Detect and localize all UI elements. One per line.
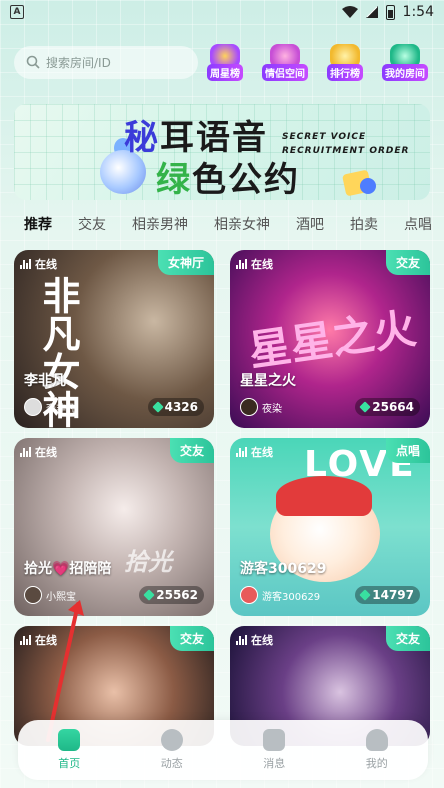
room-category-tag: 交友 bbox=[169, 438, 214, 463]
gem-icon bbox=[151, 401, 164, 413]
rank-label: 排行榜 bbox=[327, 63, 363, 81]
nav-profile[interactable]: 我的 bbox=[342, 729, 412, 771]
tab-song-request[interactable]: 点唱 bbox=[404, 214, 432, 240]
leaderboard-button[interactable]: 排行榜 bbox=[318, 43, 372, 81]
tab-bar[interactable]: 酒吧 bbox=[296, 214, 324, 240]
my-room-button[interactable]: 我的房间 bbox=[378, 43, 432, 81]
nav-messages[interactable]: 消息 bbox=[239, 729, 309, 771]
wifi-icon bbox=[341, 6, 358, 18]
status-time: 1:54 bbox=[402, 4, 434, 20]
status-bar: A 1:54 bbox=[0, 0, 444, 24]
nav-label: 首页 bbox=[58, 757, 81, 770]
card-art-text: 拾光 bbox=[124, 548, 172, 576]
room-card[interactable]: LOVE 在线 点唱 游客300629 游客300629 14797 bbox=[230, 438, 430, 616]
banner-english: SECRET VOICE RECRUITMENT ORDER bbox=[282, 132, 410, 156]
online-indicator: 在线 bbox=[20, 256, 57, 272]
search-placeholder: 搜索房间/ID bbox=[46, 55, 111, 70]
gem-icon bbox=[359, 589, 371, 601]
room-title: 李非凡 bbox=[24, 373, 66, 389]
search-input[interactable]: 搜索房间/ID bbox=[14, 45, 198, 79]
nav-label: 我的 bbox=[365, 757, 388, 770]
room-category-tag: 交友 bbox=[169, 626, 214, 651]
nav-label: 动态 bbox=[160, 757, 183, 770]
nav-label: 消息 bbox=[263, 757, 286, 770]
room-heat-count: 25664 bbox=[355, 398, 420, 416]
checkmark-icon bbox=[360, 178, 376, 194]
sound-wave-icon bbox=[236, 259, 247, 269]
nav-feed[interactable]: 动态 bbox=[137, 729, 207, 771]
rank-label: 周星榜 bbox=[207, 63, 243, 81]
signal-icon bbox=[365, 6, 378, 18]
card-art-text: 星星之火 bbox=[245, 303, 420, 376]
room-title: 拾光💗招陪陪 bbox=[24, 561, 112, 577]
status-icons: 1:54 bbox=[341, 4, 434, 20]
sound-wave-icon bbox=[236, 635, 247, 645]
home-icon bbox=[58, 729, 81, 751]
sound-wave-icon bbox=[236, 447, 247, 457]
compass-icon bbox=[160, 729, 183, 751]
room-heat-count: 25562 bbox=[139, 586, 204, 604]
promo-banner[interactable]: 秘耳语音 绿色公约 SECRET VOICE RECRUITMENT ORDER bbox=[14, 104, 430, 200]
room-title: 游客300629 bbox=[240, 561, 327, 577]
avatar bbox=[240, 398, 258, 416]
battery-icon bbox=[385, 4, 395, 20]
tab-recommend[interactable]: 推荐 bbox=[24, 214, 52, 240]
tab-friends[interactable]: 交友 bbox=[78, 214, 106, 240]
room-category-tag: 点唱 bbox=[385, 438, 430, 463]
bottom-navigation: 首页 动态 消息 我的 bbox=[18, 720, 428, 780]
red-cap-illustration bbox=[276, 476, 372, 516]
room-card[interactable]: 非凡女神 在线 女神厅 李非凡 李非凡 4326 bbox=[14, 250, 214, 428]
room-host: 夜染 bbox=[240, 398, 282, 416]
room-card[interactable]: 拾光 在线 交友 拾光💗招陪陪 小熙宝 25562 bbox=[14, 438, 214, 616]
room-heat-count: 4326 bbox=[147, 398, 204, 416]
search-icon bbox=[26, 55, 40, 69]
tab-male-date[interactable]: 相亲男神 bbox=[132, 214, 188, 240]
gem-icon bbox=[143, 589, 155, 601]
gem-icon bbox=[359, 401, 371, 413]
online-indicator: 在线 bbox=[20, 444, 57, 460]
sound-wave-icon bbox=[20, 259, 31, 269]
app-notification-icon: A bbox=[10, 5, 24, 19]
online-indicator: 在线 bbox=[236, 632, 273, 648]
room-title: 星星之火 bbox=[240, 373, 296, 389]
avatar bbox=[24, 398, 42, 416]
room-host: 李非凡 bbox=[24, 398, 76, 416]
rank-shortcuts: 周星榜 情侣空间 排行榜 我的房间 bbox=[198, 43, 432, 81]
room-host: 游客300629 bbox=[240, 586, 320, 604]
online-indicator: 在线 bbox=[236, 256, 273, 272]
couple-space-button[interactable]: 情侣空间 bbox=[258, 43, 312, 81]
room-category-tag: 交友 bbox=[385, 626, 430, 651]
rank-label: 情侣空间 bbox=[262, 63, 308, 81]
banner-title-line2: 绿色公约 bbox=[156, 160, 300, 200]
chat-icon bbox=[263, 729, 286, 751]
sound-wave-icon bbox=[20, 447, 31, 457]
tab-auction[interactable]: 拍卖 bbox=[350, 214, 378, 240]
nav-home[interactable]: 首页 bbox=[34, 729, 104, 771]
sound-wave-icon bbox=[20, 635, 31, 645]
avatar bbox=[240, 586, 258, 604]
category-tabs: 推荐 交友 相亲男神 相亲女神 酒吧 拍卖 点唱 bbox=[24, 214, 436, 240]
online-indicator: 在线 bbox=[236, 444, 273, 460]
room-heat-count: 14797 bbox=[355, 586, 420, 604]
rank-label: 我的房间 bbox=[382, 63, 428, 81]
room-card[interactable]: 星星之火 在线 交友 星星之火 夜染 25664 bbox=[230, 250, 430, 428]
room-category-tag: 交友 bbox=[385, 250, 430, 275]
tab-female-date[interactable]: 相亲女神 bbox=[214, 214, 270, 240]
user-icon bbox=[365, 729, 388, 751]
search-row: 搜索房间/ID 周星榜 情侣空间 排行榜 我的房间 bbox=[14, 43, 432, 81]
room-category-tag: 女神厅 bbox=[157, 250, 214, 275]
weekly-star-button[interactable]: 周星榜 bbox=[198, 43, 252, 81]
